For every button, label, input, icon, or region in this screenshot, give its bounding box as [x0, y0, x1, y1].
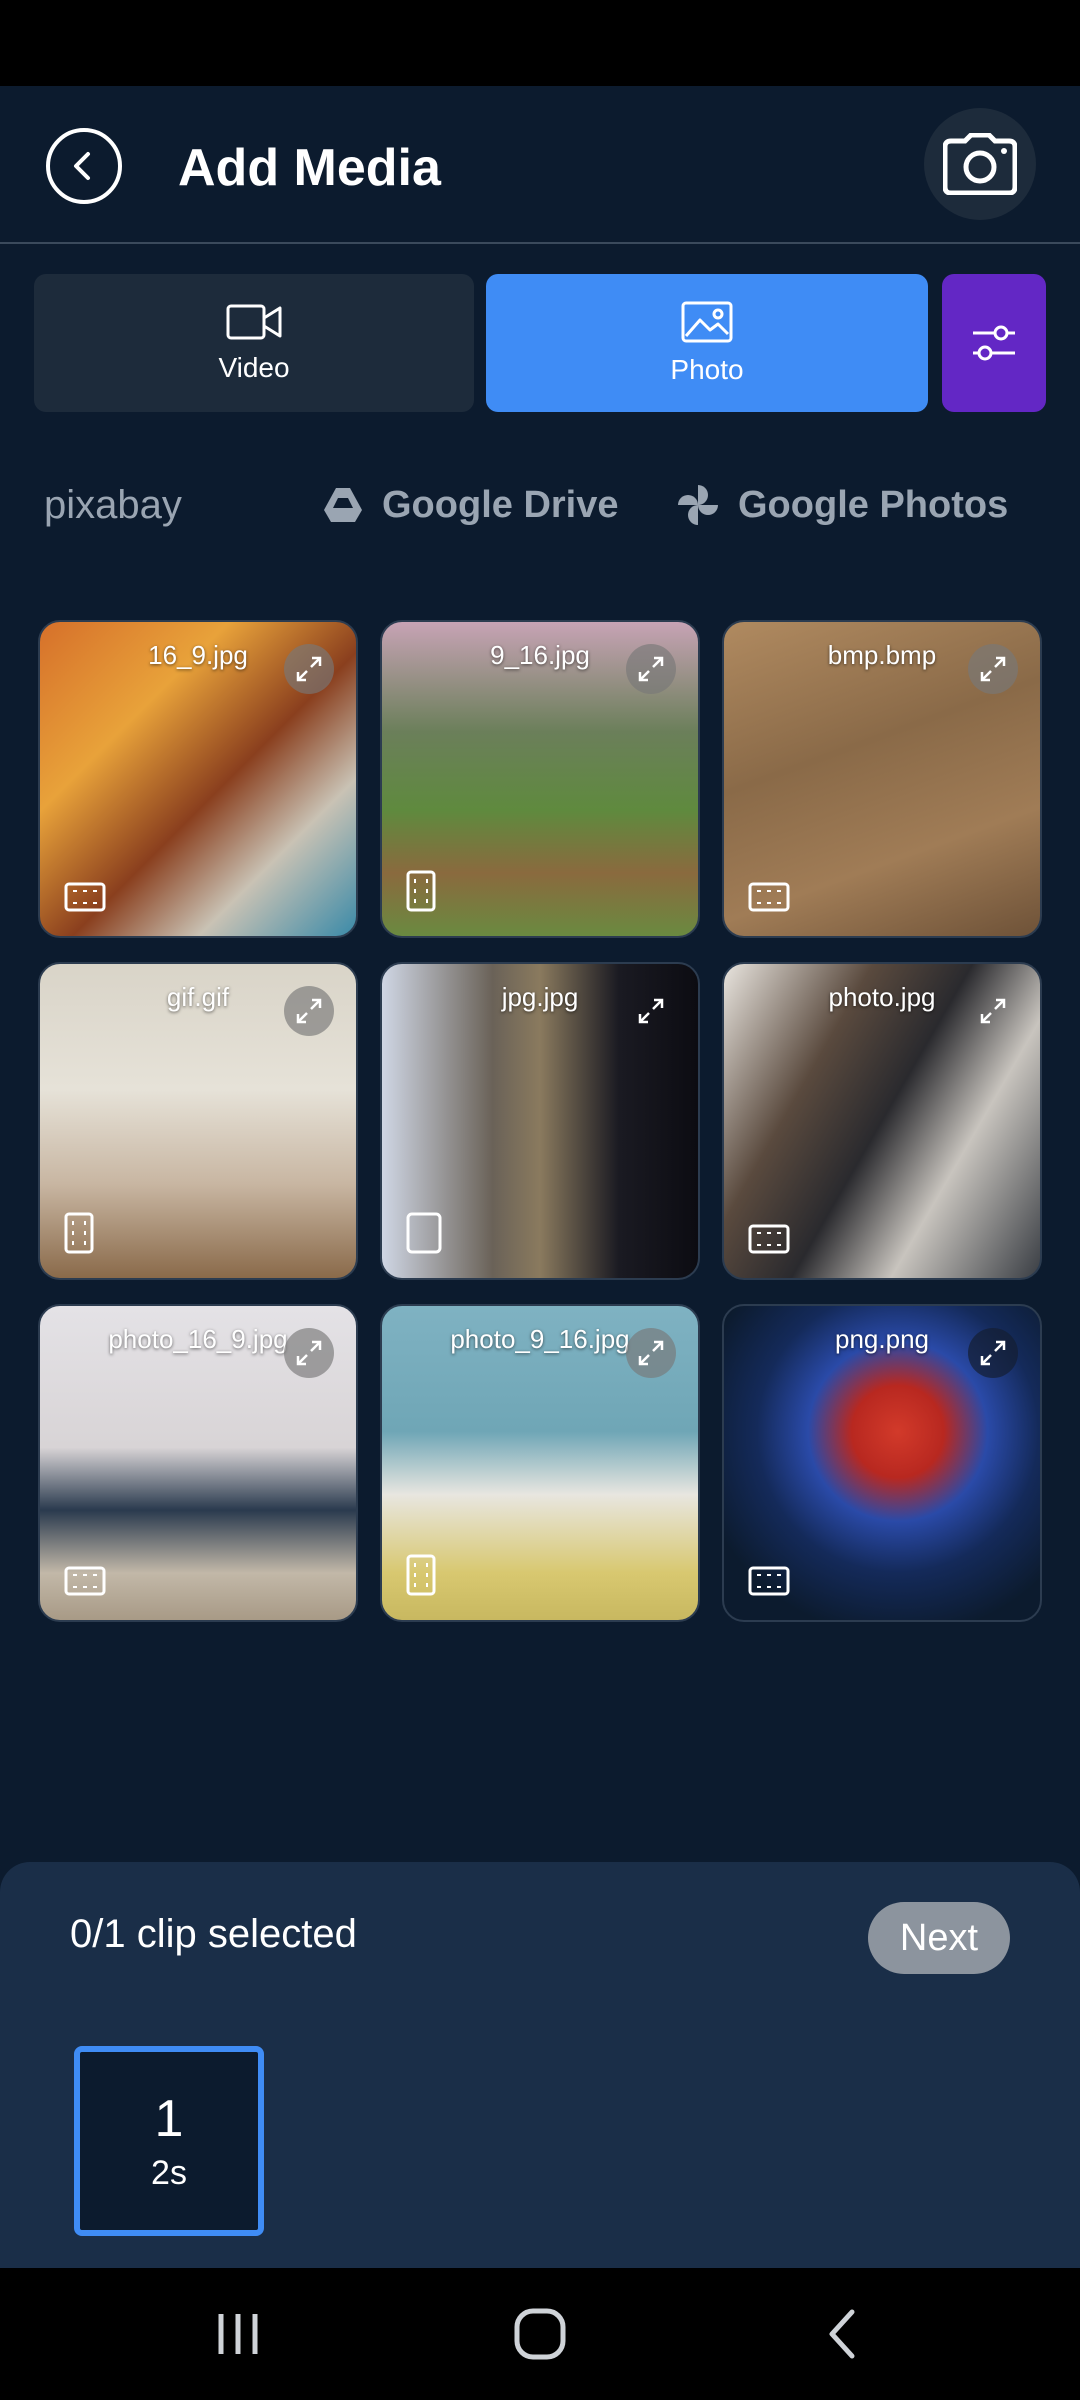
expand-icon [980, 1340, 1006, 1366]
camera-button[interactable] [924, 108, 1036, 220]
expand-button[interactable] [968, 644, 1018, 694]
source-pixabay[interactable]: pixabay [44, 470, 182, 540]
selection-panel: 0/1 clip selected Next 1 2s [0, 1862, 1080, 2268]
google-drive-icon [322, 486, 364, 524]
landscape-icon [64, 1566, 106, 1596]
system-back-button[interactable] [802, 2298, 882, 2370]
expand-button[interactable] [626, 1328, 676, 1378]
expand-icon [980, 656, 1006, 682]
media-tile[interactable]: bmp.bmp [722, 620, 1042, 938]
portrait-icon [64, 1212, 94, 1254]
expand-button[interactable] [968, 1328, 1018, 1378]
landscape-icon [748, 1566, 790, 1596]
back-icon [829, 2309, 855, 2359]
landscape-icon [748, 882, 790, 912]
camera-icon [943, 133, 1017, 195]
expand-icon [296, 998, 322, 1024]
navigation-bar [0, 2268, 1080, 2400]
video-tab-label: Video [218, 352, 290, 383]
expand-icon [980, 998, 1006, 1024]
clip-slot-duration: 2s [151, 2153, 187, 2192]
recents-icon [218, 2314, 258, 2354]
clip-slot-number: 1 [154, 2089, 184, 2148]
header: Add Media [0, 86, 1080, 244]
expand-button[interactable] [968, 986, 1018, 1036]
expand-icon [638, 1340, 664, 1366]
chevron-left-icon [74, 152, 90, 180]
media-sources: pixabay Google Drive Google Photos [0, 470, 1080, 540]
portrait-icon [406, 870, 436, 912]
home-button[interactable] [500, 2298, 580, 2370]
source-google-drive-label: Google Drive [382, 483, 619, 526]
media-tile[interactable]: photo_16_9.jpg [38, 1304, 358, 1622]
media-tile[interactable]: jpg.jpg [380, 962, 700, 1280]
expand-button[interactable] [284, 644, 334, 694]
video-tab[interactable]: Video [34, 274, 474, 412]
expand-icon [638, 998, 664, 1024]
media-tile[interactable]: gif.gif [38, 962, 358, 1280]
media-tile[interactable]: photo.jpg [722, 962, 1042, 1280]
media-tile[interactable]: photo_9_16.jpg [380, 1304, 700, 1622]
image-icon [681, 301, 733, 343]
video-camera-icon [226, 304, 282, 340]
landscape-icon [64, 882, 106, 912]
source-google-drive[interactable]: Google Drive [322, 470, 619, 540]
square-icon [406, 1212, 442, 1254]
next-button[interactable]: Next [868, 1902, 1010, 1974]
media-tile[interactable]: 9_16.jpg [380, 620, 700, 938]
page-title: Add Media [178, 139, 441, 197]
expand-button[interactable] [284, 986, 334, 1036]
expand-icon [296, 656, 322, 682]
expand-button[interactable] [284, 1328, 334, 1378]
source-pixabay-label: pixabay [44, 482, 182, 527]
expand-button[interactable] [626, 986, 676, 1036]
source-google-photos-label: Google Photos [738, 483, 1009, 526]
media-grid: 16_9.jpg 9_16.jpg bmp.bmp gif.gif jpg.jp… [38, 620, 1042, 1626]
home-icon [514, 2308, 566, 2360]
google-photos-icon [676, 483, 720, 527]
recents-button[interactable] [198, 2298, 278, 2370]
portrait-icon [406, 1554, 436, 1596]
sliders-icon [973, 325, 1015, 361]
back-button[interactable] [46, 128, 122, 204]
landscape-icon [748, 1224, 790, 1254]
clip-slot[interactable]: 1 2s [74, 2046, 264, 2236]
expand-icon [638, 656, 664, 682]
photo-tab-label: Photo [670, 354, 744, 385]
media-type-selector: Video Photo [34, 274, 1046, 412]
expand-icon [296, 1340, 322, 1366]
clip-count: 0/1 clip selected [70, 1912, 357, 1956]
status-bar [0, 0, 1080, 86]
media-tile[interactable]: png.png [722, 1304, 1042, 1622]
filter-button[interactable] [942, 274, 1046, 412]
media-tile[interactable]: 16_9.jpg [38, 620, 358, 938]
expand-button[interactable] [626, 644, 676, 694]
photo-tab[interactable]: Photo [486, 274, 928, 412]
source-google-photos[interactable]: Google Photos [676, 470, 1008, 540]
